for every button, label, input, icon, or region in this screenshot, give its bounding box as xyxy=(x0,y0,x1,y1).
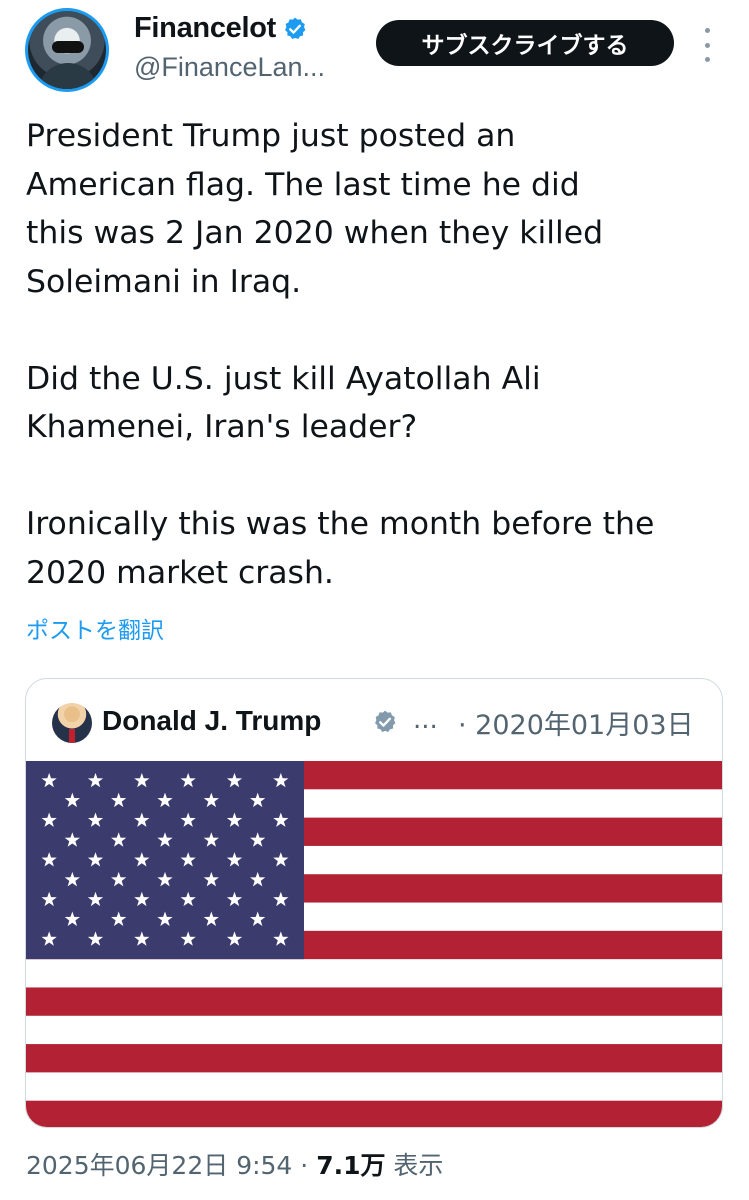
quoted-author-avatar xyxy=(52,703,92,743)
post-meta: 2025年06月22日 9:54 · 7.1万 表示 xyxy=(26,1146,443,1182)
quoted-post-date: · 2020年01月03日 xyxy=(458,710,694,741)
more-vertical-icon[interactable] xyxy=(698,28,716,62)
author-display-name[interactable]: Financelot xyxy=(134,12,276,45)
tweet-header: Financelot @FinanceLan... サブスクライブする xyxy=(0,0,749,100)
author-handle[interactable]: @FinanceLan... xyxy=(134,52,325,83)
verified-badge-icon xyxy=(285,17,306,39)
quoted-post-header: Donald J. Trump ... · 2020年01月03日 xyxy=(26,679,722,761)
quoted-verified-badge-icon xyxy=(375,710,396,732)
quoted-author-name: Donald J. Trump xyxy=(102,705,322,736)
views-label: 表示 xyxy=(385,1151,444,1180)
post-timestamp[interactable]: 2025年06月22日 9:54 xyxy=(26,1146,292,1182)
quoted-post-card[interactable]: Donald J. Trump ... · 2020年01月03日 xyxy=(25,678,723,1128)
american-flag-image[interactable] xyxy=(26,761,723,1128)
tweet-text: President Trump just posted an American … xyxy=(26,118,655,591)
subscribe-button[interactable]: サブスクライブする xyxy=(376,20,674,66)
views-count: 7.1万 xyxy=(316,1151,386,1180)
author-avatar[interactable] xyxy=(25,8,109,92)
quoted-name-ellipsis: ... xyxy=(413,705,438,735)
translate-post-link[interactable]: ポストを翻訳 xyxy=(26,611,164,645)
author-name-row: Financelot xyxy=(134,12,308,45)
meta-separator: · xyxy=(292,1151,317,1180)
